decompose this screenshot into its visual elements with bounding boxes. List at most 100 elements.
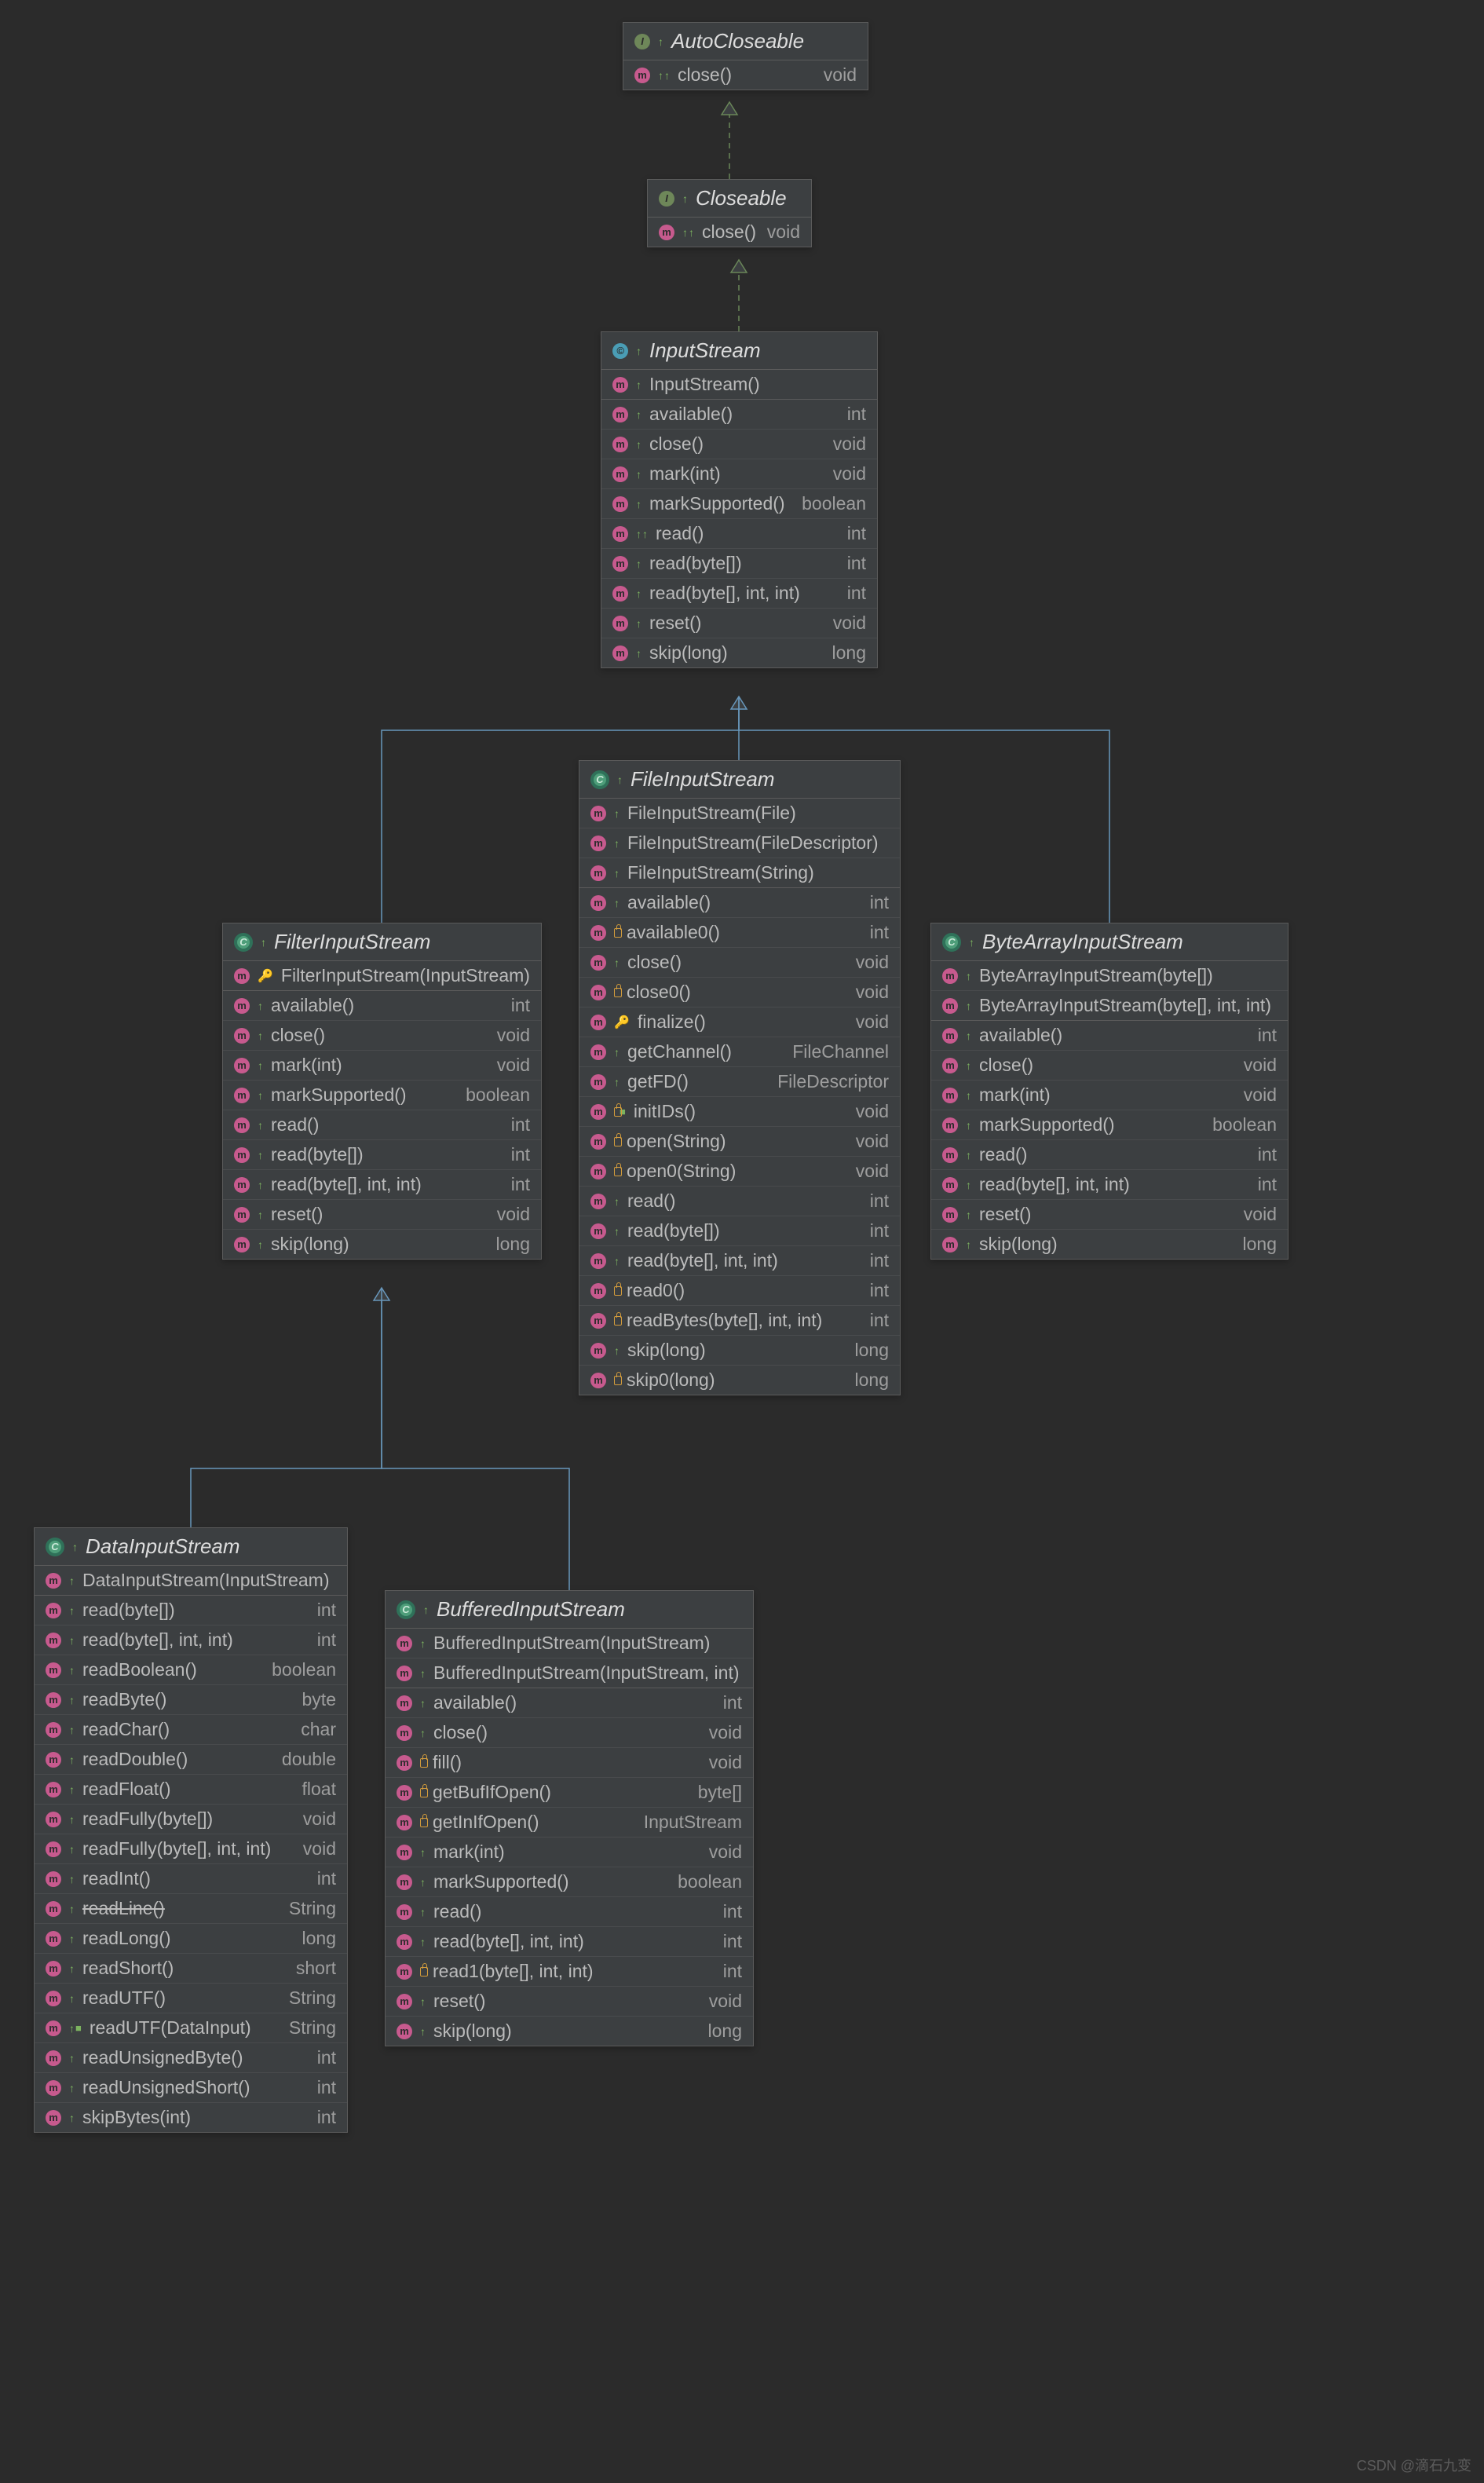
- method-icon: m: [590, 1253, 606, 1269]
- connector-BufferedInputStream-to-FilterInputStream: [382, 1288, 569, 1590]
- uml-method-row: m↑skip(long)long: [931, 1229, 1288, 1259]
- uml-method-row: m↑read(byte[])int: [579, 1216, 900, 1245]
- uml-constructor-row: m↑FileInputStream(FileDescriptor): [579, 828, 900, 858]
- lock-icon: [614, 1316, 622, 1326]
- method-icon: m: [397, 1725, 412, 1741]
- uml-method-row: mopen(String)void: [579, 1126, 900, 1156]
- method-icon: m: [590, 1373, 606, 1388]
- class-title: ©↑ InputStream: [601, 332, 877, 370]
- uml-method-row: m↑markSupported()boolean: [931, 1110, 1288, 1139]
- uml-method-row: m↑close()void: [931, 1050, 1288, 1080]
- method-icon: m: [46, 2050, 61, 2066]
- method-icon: m: [234, 1058, 250, 1073]
- method-icon: m: [397, 1695, 412, 1711]
- method-icon: m: [234, 1117, 250, 1133]
- method-icon: m: [612, 556, 628, 572]
- method-icon: m: [612, 407, 628, 422]
- class-name-label: Closeable: [696, 186, 787, 210]
- lock-icon: [614, 1107, 622, 1117]
- uml-method-row: m↑readFloat()float: [35, 1774, 347, 1804]
- method-icon: m: [46, 1931, 61, 1947]
- uml-method-row: m↑skipBytes(int)int: [35, 2102, 347, 2132]
- uml-method-row: m↑readChar()char: [35, 1714, 347, 1744]
- uml-method-row: mgetBufIfOpen()byte[]: [386, 1777, 753, 1807]
- method-icon: m: [590, 1104, 606, 1120]
- method-icon: m: [234, 1088, 250, 1103]
- class-name-label: FileInputStream: [631, 767, 775, 792]
- uml-method-row: m↑skip(long)long: [386, 2016, 753, 2046]
- method-icon: m: [397, 1636, 412, 1651]
- uml-method-row: m🔑finalize()void: [579, 1007, 900, 1037]
- method-icon: m: [590, 1223, 606, 1239]
- uml-method-row: m↑↑read()int: [601, 518, 877, 548]
- uml-method-row: m↑available()int: [386, 1688, 753, 1717]
- uml-method-row: mclose0()void: [579, 977, 900, 1007]
- uml-method-row: m↑reset()void: [601, 608, 877, 638]
- method-icon: m: [942, 1147, 958, 1163]
- uml-method-row: m↑close()void: [223, 1020, 541, 1050]
- class-title: C↑ ByteArrayInputStream: [931, 923, 1288, 961]
- uml-method-row: m↑readFully(byte[])void: [35, 1804, 347, 1834]
- method-icon: m: [397, 1904, 412, 1920]
- class-title: I↑ AutoCloseable: [623, 23, 868, 60]
- uml-method-row: m↑↑close()void: [648, 218, 811, 247]
- uml-method-row: m↑read(byte[], int, int)int: [35, 1625, 347, 1655]
- uml-method-row: m↑getChannel()FileChannel: [579, 1037, 900, 1066]
- class-title: C↑ FilterInputStream: [223, 923, 541, 961]
- connector-DataInputStream-to-FilterInputStream: [191, 1288, 382, 1527]
- method-icon: m: [397, 1874, 412, 1890]
- uml-method-row: m↑read(byte[], int, int)int: [579, 1245, 900, 1275]
- lock-icon: [420, 1967, 428, 1977]
- uml-method-row: m↑read(byte[], int, int)int: [386, 1926, 753, 1956]
- method-icon: m: [942, 968, 958, 984]
- uml-method-row: m↑↑close()void: [623, 60, 868, 90]
- method-icon: m: [590, 925, 606, 941]
- method-icon: m: [942, 1117, 958, 1133]
- class-name-label: BufferedInputStream: [437, 1597, 625, 1622]
- uml-method-row: m↑readBoolean()boolean: [35, 1655, 347, 1684]
- uml-method-row: m↑close()void: [579, 947, 900, 977]
- uml-method-row: m↑readInt()int: [35, 1863, 347, 1893]
- method-icon: m: [612, 377, 628, 393]
- method-icon: m: [46, 1991, 61, 2006]
- uml-method-row: mread1(byte[], int, int)int: [386, 1956, 753, 1986]
- method-icon: m: [612, 526, 628, 542]
- class-name-label: AutoCloseable: [671, 29, 804, 53]
- class-title: I↑ Closeable: [648, 180, 811, 218]
- method-icon: m: [46, 1901, 61, 1917]
- lock-icon: [614, 1137, 622, 1146]
- method-icon: m: [590, 865, 606, 881]
- method-icon: m: [46, 1841, 61, 1857]
- method-icon: m: [46, 1692, 61, 1708]
- method-icon: m: [590, 1343, 606, 1359]
- method-icon: m: [46, 1961, 61, 1977]
- uml-method-row: mfill()void: [386, 1747, 753, 1777]
- class-title: C↑ BufferedInputStream: [386, 1591, 753, 1629]
- uml-method-row: m↑close()void: [386, 1717, 753, 1747]
- uml-method-row: m↑read()int: [931, 1139, 1288, 1169]
- method-icon: m: [590, 806, 606, 821]
- uml-method-row: m↑skip(long)long: [579, 1335, 900, 1365]
- uml-method-row: m↑read(byte[], int, int)int: [601, 578, 877, 608]
- method-icon: m: [590, 1194, 606, 1209]
- uml-method-row: m↑read(byte[], int, int)int: [223, 1169, 541, 1199]
- uml-class-InputStream: ©↑ InputStreamm↑InputStream()m↑available…: [601, 331, 878, 668]
- uml-method-row: m↑getFD()FileDescriptor: [579, 1066, 900, 1096]
- method-icon: m: [942, 1177, 958, 1193]
- method-icon: m: [590, 955, 606, 971]
- method-icon: m: [397, 1755, 412, 1771]
- class-title: C↑ FileInputStream: [579, 761, 900, 799]
- method-icon: m: [46, 1752, 61, 1768]
- method-icon: m: [397, 1815, 412, 1830]
- method-icon: m: [46, 1782, 61, 1797]
- uml-method-row: m↑readLine()String: [35, 1893, 347, 1923]
- uml-constructor-row: m↑BufferedInputStream(InputStream): [386, 1629, 753, 1658]
- lock-icon: [614, 1286, 622, 1296]
- method-icon: m: [612, 645, 628, 661]
- method-icon: m: [46, 2110, 61, 2126]
- uml-method-row: m↑readUnsignedByte()int: [35, 2042, 347, 2072]
- method-icon: m: [46, 1871, 61, 1887]
- lock-icon: [420, 1758, 428, 1768]
- method-icon: m: [46, 1722, 61, 1738]
- csdn-watermark: CSDN @滴石九变: [1357, 2455, 1471, 2475]
